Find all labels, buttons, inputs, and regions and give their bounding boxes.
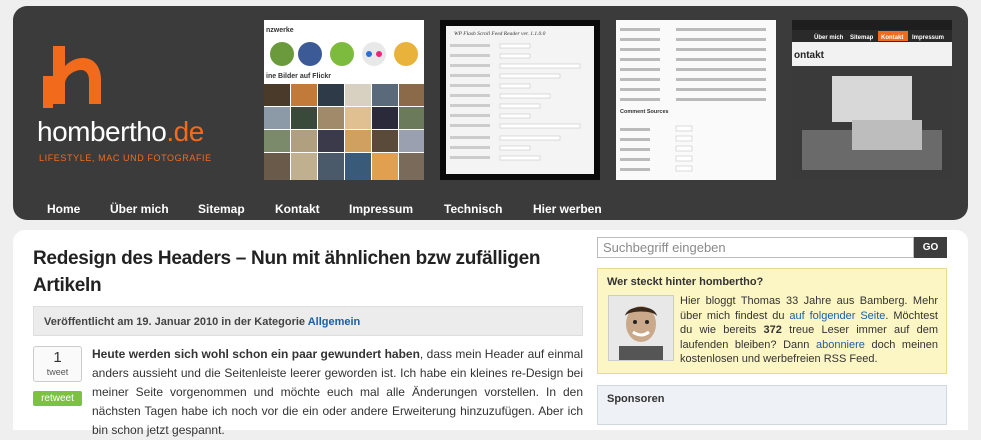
category-link[interactable]: Allgemein bbox=[308, 316, 361, 328]
nav-ueber-mich[interactable]: Über mich bbox=[110, 202, 169, 216]
site-header: hombertho.de LIFESTYLE, MAC UND FOTOGRAF… bbox=[13, 6, 968, 220]
nav-impressum[interactable]: Impressum bbox=[349, 202, 413, 216]
nav-kontakt[interactable]: Kontakt bbox=[275, 202, 320, 216]
header-thumb-1[interactable]: nzwerke ine Bilder auf Flickr bbox=[264, 20, 424, 180]
search-input[interactable] bbox=[597, 237, 914, 258]
header-thumb-4[interactable]: Über mich Sitemap Kontakt Impressum onta… bbox=[792, 20, 952, 180]
thumb-4-nav-3: Kontakt bbox=[881, 35, 903, 41]
thumb-4-heading: ontakt bbox=[794, 50, 825, 61]
thumb-4-image: Über mich Sitemap Kontakt Impressum onta… bbox=[792, 20, 952, 180]
search-go-button[interactable]: GO bbox=[914, 237, 947, 258]
site-tagline: LIFESTYLE, MAC UND FOTOGRAFIE bbox=[39, 153, 212, 163]
about-box: Wer steckt hinter hombertho? Hier bloggt… bbox=[597, 268, 947, 374]
reader-count: 372 bbox=[763, 324, 782, 336]
thumb-2-image: WP Flash Scroll Feed Reader ver. 1.1.0.0 bbox=[440, 20, 600, 180]
logo-icon[interactable] bbox=[43, 46, 103, 108]
about-text: Hier bloggt Thomas 33 Jahre aus Bamberg.… bbox=[680, 294, 938, 367]
thumb-3-heading: Comment Sources bbox=[620, 109, 669, 115]
thumb-3-image: Comment Sources bbox=[616, 20, 776, 180]
site-name[interactable]: hombertho.de bbox=[37, 116, 204, 148]
site-name-tld: .de bbox=[166, 116, 204, 147]
header-thumb-3[interactable]: Comment Sources bbox=[616, 20, 776, 180]
avatar bbox=[608, 295, 674, 361]
site-name-main: hombertho bbox=[37, 116, 167, 147]
avatar-icon bbox=[609, 296, 673, 360]
about-title: Wer steckt hinter hombertho? bbox=[607, 276, 764, 288]
post-meta-text: Veröffentlicht am 19. Januar 2010 in der… bbox=[44, 316, 306, 328]
tweet-label: tweet bbox=[46, 367, 69, 377]
thumb-1-heading: nzwerke bbox=[266, 27, 294, 34]
thumb-4-nav-4: Impressum bbox=[912, 35, 944, 41]
tweet-counter[interactable]: 1 tweet bbox=[33, 346, 82, 382]
subscribe-link[interactable]: abonniere bbox=[816, 339, 865, 351]
sponsor-title: Sponsoren bbox=[607, 393, 665, 405]
nav-sitemap[interactable]: Sitemap bbox=[198, 202, 245, 216]
post-body: Heute werden sich wohl schon ein paar ge… bbox=[92, 345, 583, 440]
thumb-4-nav-2: Sitemap bbox=[850, 35, 874, 41]
retweet-button[interactable]: retweet bbox=[33, 391, 82, 406]
nav-hier-werben[interactable]: Hier werben bbox=[533, 202, 602, 216]
post-body-lead: Heute werden sich wohl schon ein paar ge… bbox=[92, 347, 420, 361]
nav-home[interactable]: Home bbox=[47, 202, 80, 216]
tweet-count: 1 bbox=[53, 349, 62, 366]
nav-technisch[interactable]: Technisch bbox=[444, 202, 502, 216]
about-link[interactable]: auf folgender Seite bbox=[789, 310, 885, 322]
thumb-2-title: WP Flash Scroll Feed Reader ver. 1.1.0.0 bbox=[454, 31, 546, 37]
post-meta: Veröffentlicht am 19. Januar 2010 in der… bbox=[33, 306, 583, 336]
thumb-1-subheading: ine Bilder auf Flickr bbox=[266, 73, 331, 80]
post-title[interactable]: Redesign des Headers – Nun mit ähnlichen… bbox=[33, 245, 585, 299]
sponsor-box: Sponsoren bbox=[597, 385, 947, 425]
header-thumb-2[interactable]: WP Flash Scroll Feed Reader ver. 1.1.0.0 bbox=[440, 20, 600, 180]
thumb-4-nav-1: Über mich bbox=[814, 34, 844, 41]
thumb-1-image: nzwerke ine Bilder auf Flickr bbox=[264, 20, 424, 180]
